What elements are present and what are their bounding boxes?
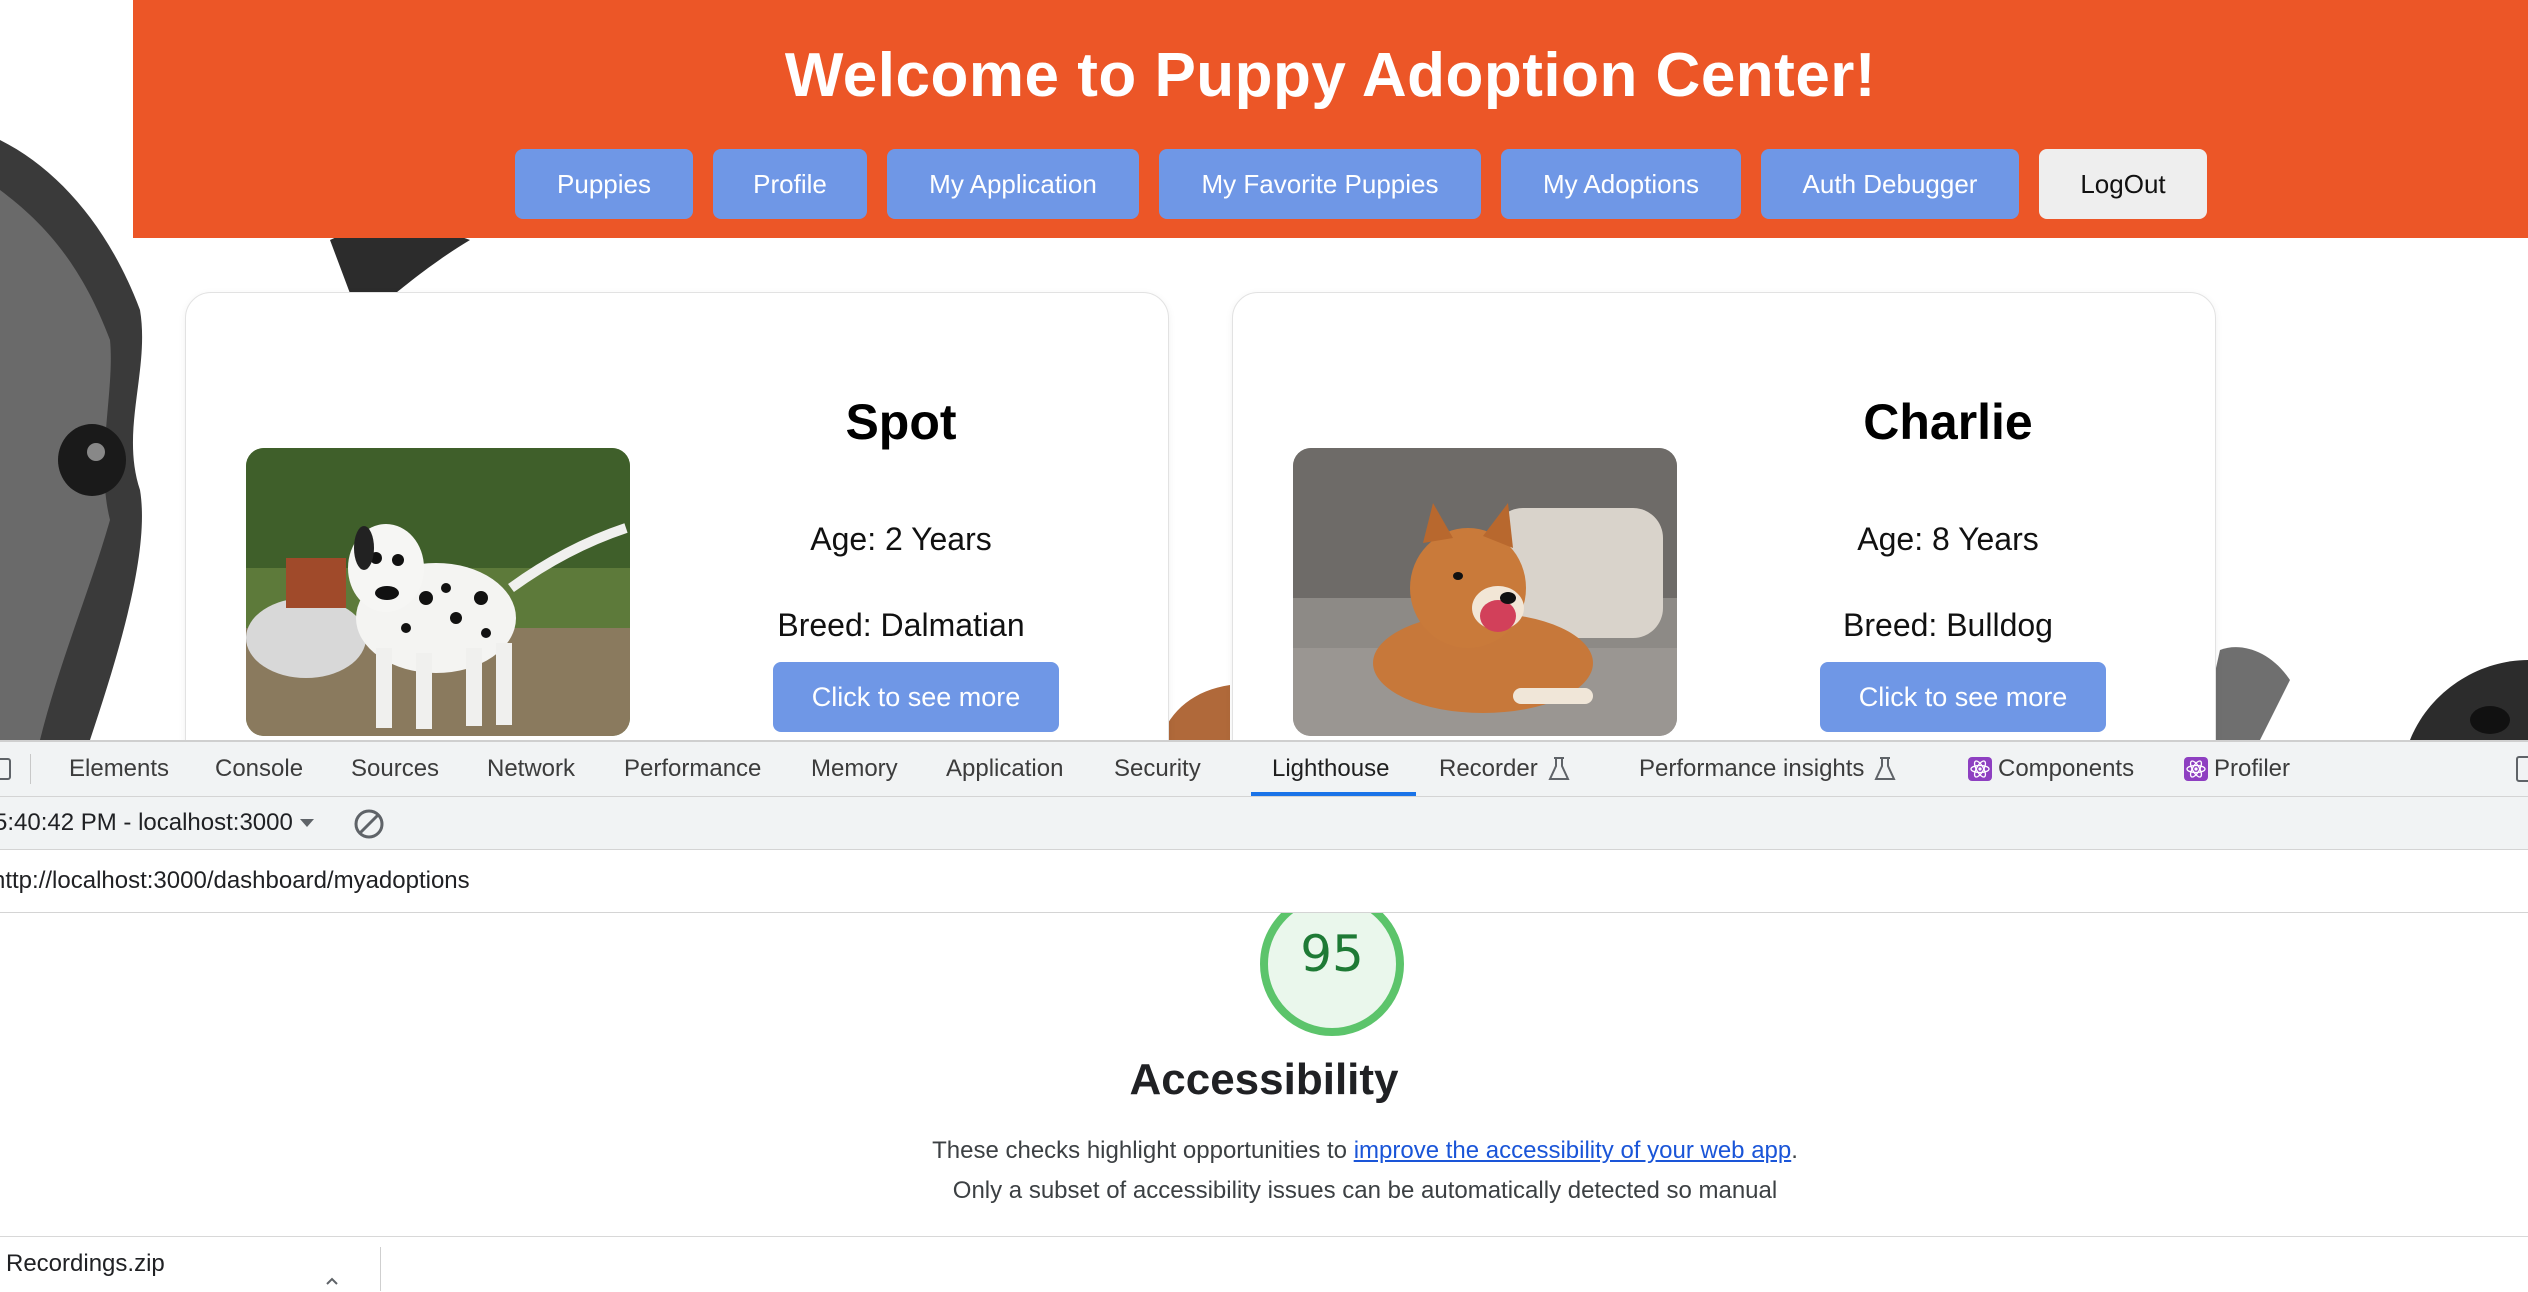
nav-auth-debugger-button[interactable]: Auth Debugger xyxy=(1761,149,2019,219)
logout-button[interactable]: LogOut xyxy=(2039,149,2207,219)
downloads-bar: Recordings.zip xyxy=(0,1236,2528,1291)
report-session-label: 5:40:42 PM - localhost:3000 xyxy=(0,809,293,836)
nav-my-application-button[interactable]: My Application xyxy=(887,149,1139,219)
tab-recorder-label: Recorder xyxy=(1439,755,1538,782)
tab-components[interactable]: Components xyxy=(1968,742,2134,796)
page-title: Welcome to Puppy Adoption Center! xyxy=(784,41,1877,110)
puppy-breed: Breed: Dalmatian xyxy=(777,607,1025,643)
background-dog-center-illustration xyxy=(1160,685,1230,740)
tab-performance-insights-label: Performance insights xyxy=(1639,755,1865,782)
tab-performance-insights[interactable]: Performance insights xyxy=(1639,742,1897,796)
react-icon xyxy=(1968,757,1992,781)
puppy-card-charlie: Charlie Age: 8 Years Breed: Bulldog Clic… xyxy=(1232,292,2216,740)
category-description: These checks highlight opportunities to … xyxy=(930,1131,1800,1213)
description-text: These checks highlight opportunities to xyxy=(932,1137,1354,1164)
download-filename: Recordings.zip xyxy=(6,1250,165,1277)
site-header: Welcome to Puppy Adoption Center! Puppie… xyxy=(133,0,2528,238)
report-selector-bar: 5:40:42 PM - localhost:3000 xyxy=(0,797,2528,850)
tab-security[interactable]: Security xyxy=(1114,742,1201,796)
device-toolbar-icon[interactable] xyxy=(0,758,14,780)
flask-icon xyxy=(1874,757,1897,780)
tab-network[interactable]: Network xyxy=(487,742,575,796)
tab-profiler[interactable]: Profiler xyxy=(2184,742,2290,796)
download-item[interactable]: Recordings.zip xyxy=(6,1237,165,1291)
tab-recorder[interactable]: Recorder xyxy=(1439,742,1570,796)
tab-profiler-label: Profiler xyxy=(2214,755,2291,782)
lighthouse-report: 95 Accessibility These checks highlight … xyxy=(0,913,2528,1213)
puppy-age: Age: 8 Years xyxy=(1857,521,2039,557)
tab-lighthouse[interactable]: Lighthouse xyxy=(1272,742,1389,796)
accessibility-docs-link[interactable]: improve the accessibility of your web ap… xyxy=(1354,1137,1792,1164)
category-title: Accessibility xyxy=(1129,1055,1399,1104)
tab-elements[interactable]: Elements xyxy=(69,742,169,796)
tab-application[interactable]: Application xyxy=(946,742,1063,796)
flask-icon xyxy=(1548,757,1570,780)
chevron-down-icon xyxy=(299,819,314,827)
puppy-photo-dalmatian xyxy=(246,448,630,736)
puppy-breed: Breed: Bulldog xyxy=(1843,607,2053,643)
audited-url-bar: http://localhost:3000/dashboard/myadopti… xyxy=(0,850,2528,913)
tab-components-label: Components xyxy=(1998,755,2135,782)
nav-my-favorite-puppies-button[interactable]: My Favorite Puppies xyxy=(1159,149,1481,219)
devtools-panel: Elements Console Sources Network Perform… xyxy=(0,740,2528,1292)
report-session-dropdown[interactable]: 5:40:42 PM - localhost:3000 xyxy=(0,797,315,849)
tab-memory[interactable]: Memory xyxy=(811,742,898,796)
main-nav: Puppies Profile My Application My Favori… xyxy=(515,149,2207,219)
devtools-tab-bar: Elements Console Sources Network Perform… xyxy=(0,742,2528,797)
background-dog-right-illustration xyxy=(2200,647,2528,740)
puppy-age: Age: 2 Years xyxy=(810,521,992,557)
see-more-button[interactable]: Click to see more xyxy=(773,662,1059,732)
clear-block-icon[interactable] xyxy=(353,808,385,840)
audited-url: http://localhost:3000/dashboard/myadopti… xyxy=(0,867,470,894)
tab-console[interactable]: Console xyxy=(215,742,303,796)
puppy-adoption-page: Welcome to Puppy Adoption Center! Puppie… xyxy=(0,0,2528,740)
tab-sources[interactable]: Sources xyxy=(351,742,439,796)
score-value: 95 xyxy=(1300,925,1364,983)
nav-puppies-button[interactable]: Puppies xyxy=(515,149,693,219)
active-tab-indicator xyxy=(1251,792,1416,796)
puppy-photo-shiba xyxy=(1293,448,1677,736)
tab-divider xyxy=(30,754,31,784)
puppy-name: Spot xyxy=(845,394,957,450)
overflow-tabs-icon[interactable] xyxy=(2515,756,2528,782)
nav-profile-button[interactable]: Profile xyxy=(713,149,867,219)
nav-my-adoptions-button[interactable]: My Adoptions xyxy=(1501,149,1741,219)
tab-performance[interactable]: Performance xyxy=(624,742,761,796)
puppy-card-spot: Spot Age: 2 Years Breed: Dalmatian Click… xyxy=(185,292,1169,740)
react-icon xyxy=(2184,757,2208,781)
download-divider xyxy=(380,1247,381,1291)
see-more-button[interactable]: Click to see more xyxy=(1820,662,2106,732)
puppy-name: Charlie xyxy=(1863,394,2033,450)
chevron-up-icon[interactable] xyxy=(326,1277,338,1285)
